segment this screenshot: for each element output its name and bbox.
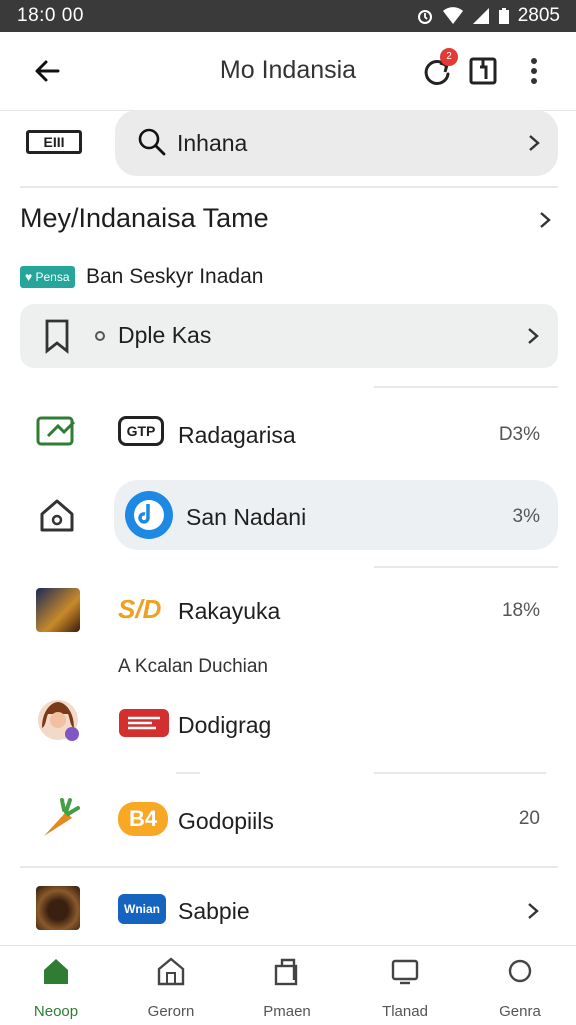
store-icon (157, 957, 185, 986)
battery-icon (498, 8, 509, 24)
nav-item-library[interactable]: Pmaen (237, 956, 337, 1020)
nav-item-store[interactable]: Gerorn (121, 956, 221, 1020)
app-logo: GTP (118, 416, 164, 446)
nav-item-home[interactable]: Neoop (6, 956, 106, 1020)
list-item-label: Godopiils (178, 808, 274, 834)
divider (374, 772, 546, 774)
divider (20, 866, 558, 868)
avatar (38, 700, 79, 741)
bookmark-text: Dple Kas (118, 322, 212, 348)
home-icon (40, 499, 74, 532)
list-item[interactable]: Dodigrag (0, 686, 576, 756)
game-thumbnail (36, 588, 80, 632)
list-item-value: 3% (512, 506, 540, 527)
bottom-nav: Neoop Gerorn Pmaen Tlanad Genra (0, 945, 576, 1025)
battery-text: 2805 (517, 5, 560, 26)
wifi-icon (442, 7, 463, 24)
bookmark-icon (45, 319, 69, 354)
chevron-right-icon (529, 135, 540, 151)
bookmark-row[interactable]: Dple Kas (20, 304, 558, 368)
list-item[interactable]: GTP Radagarisa D3% (0, 398, 576, 468)
app-logo: B4 (118, 802, 168, 836)
tag-pill: ♥ Pensa (20, 266, 75, 288)
search-icon (138, 128, 166, 156)
note-text: A Kcalan Duchian (118, 656, 268, 677)
nav-label: Genra (499, 1003, 541, 1020)
nav-item-tablet[interactable]: Tlanad (355, 956, 455, 1020)
nav-label: Pmaen (263, 1003, 311, 1020)
app-bar: Mo Indansia 2 (0, 32, 576, 111)
tag-pill-label: Pensa (35, 270, 70, 284)
status-time: 18:0 00 (17, 5, 84, 26)
list-item[interactable]: S/D Rakayuka 18% (0, 574, 576, 644)
search-bar[interactable]: Inhana (115, 110, 558, 176)
more-vert-icon[interactable] (517, 54, 551, 88)
nav-label: Neoop (33, 1003, 79, 1020)
chevron-right-icon[interactable] (536, 211, 554, 229)
divider (374, 386, 558, 388)
list-item-value: 20 (518, 808, 540, 829)
list-item-value: 18% (501, 600, 540, 621)
app-logo: Wnian (118, 894, 166, 924)
tv-icon (36, 416, 76, 446)
refresh-button[interactable]: 2 (420, 48, 458, 88)
divider (176, 772, 200, 774)
app-logo-icon (119, 709, 169, 737)
home-icon (44, 959, 68, 984)
library-icon (274, 958, 298, 986)
carrot-icon (44, 798, 80, 836)
list-item-value: D3% (498, 424, 540, 445)
list-item[interactable]: San Nadani 3% (0, 480, 576, 550)
nav-label: Gerorn (147, 1003, 195, 1020)
list-item[interactable]: Wnian Sabpie (0, 876, 576, 946)
chevron-right-icon (528, 903, 539, 919)
tablet-icon (391, 959, 419, 985)
alarm-icon (417, 10, 432, 24)
dot-icon (95, 331, 105, 341)
divider (20, 186, 558, 188)
search-text: Inhana (177, 130, 248, 156)
list-item-label: Rakayuka (178, 598, 281, 624)
music-logo-icon (125, 491, 173, 539)
status-bar: 18:0 00 2805 (0, 0, 576, 32)
app-logo: S/D (118, 594, 162, 624)
notification-badge: 2 (440, 48, 458, 66)
list-item[interactable]: B4 Godopiils 20 (0, 784, 576, 854)
divider (374, 566, 558, 568)
chevron-right-icon (528, 328, 539, 344)
section-subtitle: Ban Seskyr Inadan (86, 265, 264, 288)
brand-logo: EIII (26, 130, 82, 154)
section-heading[interactable]: Mey/Indanaisa Tame (20, 203, 269, 234)
circle-icon (508, 959, 532, 983)
tab-icon[interactable] (466, 54, 500, 88)
coffee-thumbnail (36, 886, 80, 930)
list-item-label: Radagarisa (178, 422, 296, 448)
list-item-label: Dodigrag (178, 712, 272, 738)
signal-icon (472, 8, 489, 24)
list-item-label: San Nadani (186, 504, 307, 530)
nav-label: Tlanad (382, 1003, 428, 1020)
list-item-label: Sabpie (178, 898, 250, 924)
nav-item-genre[interactable]: Genra (470, 956, 570, 1020)
